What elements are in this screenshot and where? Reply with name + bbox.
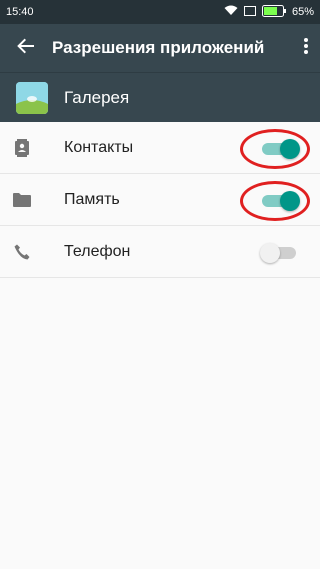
permissions-list: Контакты Память Телефон [0,122,320,278]
status-icons: 65% [224,4,314,20]
storage-toggle[interactable] [260,190,300,211]
status-bar: 15:40 65% [0,0,320,24]
page-title: Разрешения приложений [52,38,265,57]
toggle-knob [260,243,280,263]
contacts-toggle[interactable] [260,138,300,159]
app-bar: Разрешения приложений [0,24,320,72]
app-header: Галерея [0,72,320,122]
screen-icon [243,5,256,19]
phone-toggle[interactable] [260,242,300,263]
app-name: Галерея [64,87,130,107]
permission-row-storage[interactable]: Память [0,174,320,226]
back-button[interactable] [0,24,52,72]
toggle-knob [280,139,300,159]
phone-icon [0,244,44,260]
wifi-icon [224,5,238,19]
battery-icon [261,4,286,20]
battery-percent: 65% [291,6,314,18]
arrow-back-icon [17,37,35,60]
more-options-button[interactable] [292,24,320,72]
more-vert-icon [304,37,308,59]
permission-row-contacts[interactable]: Контакты [0,122,320,174]
folder-icon [0,192,44,207]
permission-row-phone[interactable]: Телефон [0,226,320,278]
toggle-knob [280,191,300,211]
gallery-app-icon [16,81,48,114]
status-time: 15:40 [6,6,34,18]
contacts-icon [0,138,44,157]
